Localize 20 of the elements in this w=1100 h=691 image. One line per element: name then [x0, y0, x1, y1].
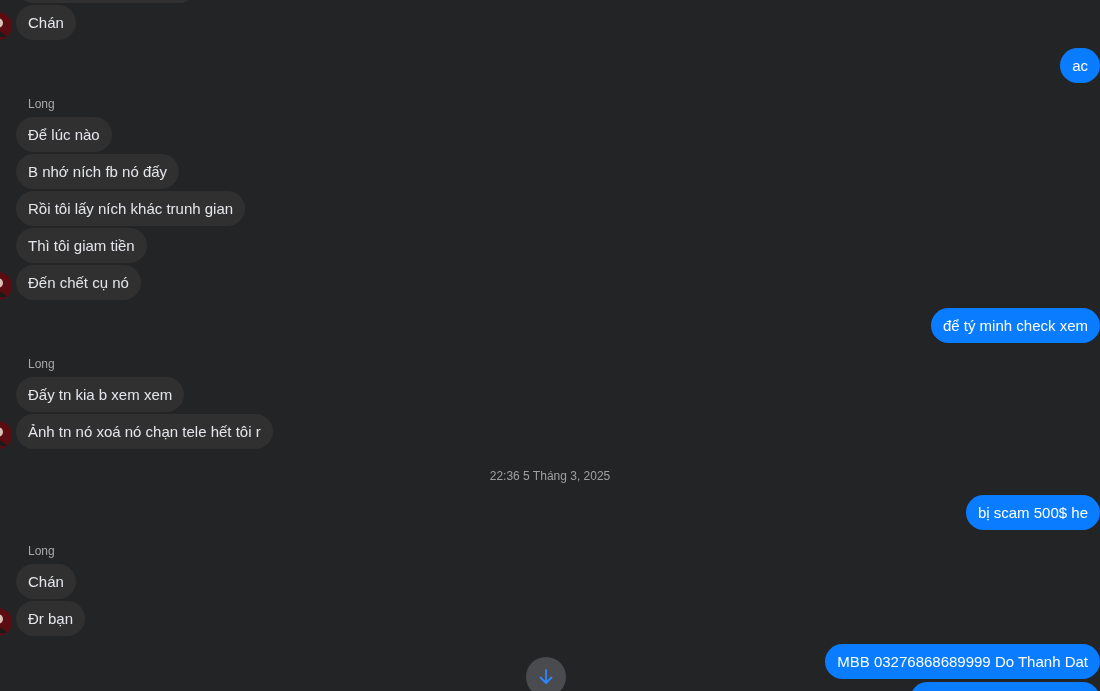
message-bubble: ac: [1060, 48, 1100, 83]
message-bubble: Đr bạn: [16, 601, 86, 636]
sender-name: Long: [28, 357, 56, 371]
message-bubble: B nhớ ních fb nó đấy: [16, 154, 180, 189]
message-bubble: Rồi tôi lấy ních khác trunh gian: [16, 191, 246, 226]
message-bubble: Để lúc nào: [16, 117, 112, 152]
message-bubble: Thì tôi giam tiền: [16, 228, 147, 263]
timestamp: 22:36 5 Tháng 3, 2025: [489, 469, 611, 483]
scroll-down-button[interactable]: [526, 657, 566, 691]
message-bubble: Ảnh tn nó xoá nó chạn tele hết tôi r: [16, 414, 273, 449]
message-bubble: Chán: [16, 5, 76, 40]
message-bubble: Đấy tn kia b xem xem: [16, 377, 185, 412]
message-bubble: Chán: [16, 564, 76, 599]
message-bubble: MBB 03276868689999 Do Thanh Dat: [825, 644, 1100, 679]
message-bubble: Đến chết cụ nó: [16, 265, 141, 300]
sender-name: Long: [28, 97, 56, 111]
sender-name: Long: [28, 544, 56, 558]
message-bubble: bị scam 500$ he: [965, 495, 1100, 530]
message-bubble: để tý minh check xem: [930, 308, 1100, 343]
arrow-down-icon: [539, 669, 553, 685]
